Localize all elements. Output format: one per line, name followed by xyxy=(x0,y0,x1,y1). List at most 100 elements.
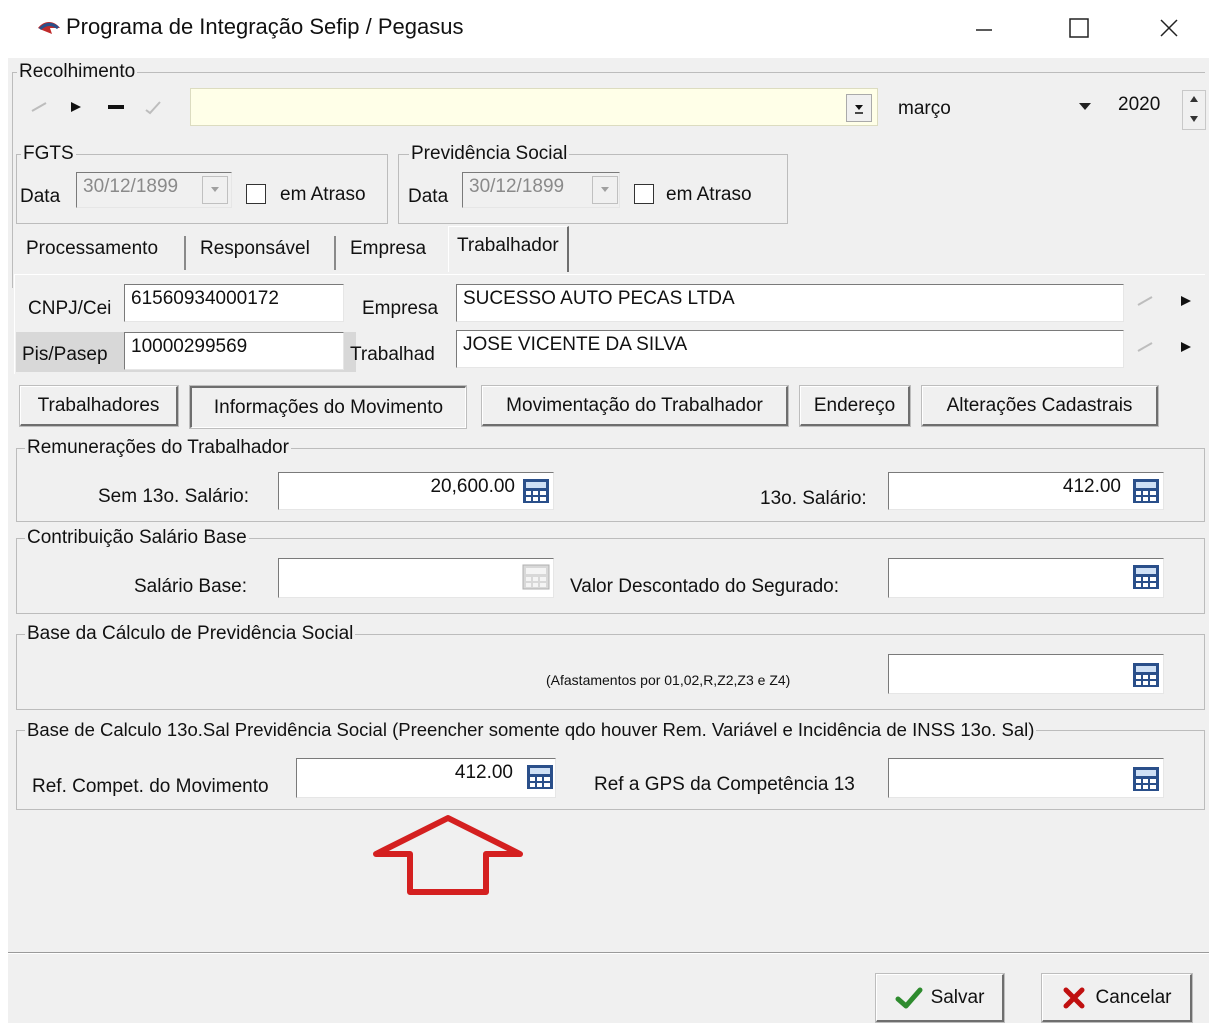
afastamentos-label: (Afastamentos por 01,02,R,Z2,Z3 e Z4) xyxy=(546,672,791,688)
subtab-movimentacao-trabalhador[interactable]: Movimentação do Trabalhador xyxy=(481,385,789,427)
valor-descontado-label: Valor Descontado do Segurado: xyxy=(570,576,839,597)
previdencia-late-checkbox[interactable] xyxy=(634,184,654,204)
ref-compet-label: Ref. Compet. do Movimento xyxy=(32,776,269,797)
empresa-first-icon[interactable] xyxy=(1134,290,1158,312)
empresa-next-icon[interactable] xyxy=(1174,290,1198,312)
year-input[interactable]: 2020 xyxy=(1112,88,1184,124)
s13-value: 412.00 xyxy=(1062,476,1121,497)
tab-trabalhador[interactable]: Trabalhador xyxy=(448,226,569,272)
calculator-icon[interactable] xyxy=(1132,564,1160,590)
calculator-icon xyxy=(522,564,550,590)
calculator-icon[interactable] xyxy=(526,764,554,790)
tab-responsavel[interactable]: Responsável xyxy=(192,230,318,272)
sem13-input[interactable]: 20,600.00 xyxy=(278,472,554,510)
previdencia-late-label: em Atraso xyxy=(666,184,752,205)
ref-gps-input[interactable] xyxy=(888,758,1164,798)
fgts-late-label: em Atraso xyxy=(280,184,366,205)
delete-record-icon[interactable] xyxy=(104,96,128,118)
calculator-icon[interactable] xyxy=(522,478,550,504)
calculator-icon[interactable] xyxy=(1132,662,1160,688)
previdencia-date-value: 30/12/1899 xyxy=(469,176,565,197)
first-record-icon[interactable] xyxy=(28,96,52,118)
cancel-x-icon xyxy=(1063,987,1085,1008)
remuneracoes-title: Remunerações do Trabalhador xyxy=(25,437,291,459)
subtab-informacoes-movimento[interactable]: Informações do Movimento xyxy=(189,385,467,429)
trabalhador-label: Trabalhad xyxy=(350,344,435,365)
calculator-icon[interactable] xyxy=(1132,766,1160,792)
afastamentos-input[interactable] xyxy=(888,654,1164,694)
minimize-icon xyxy=(976,29,992,31)
window-client: Recolhimento março 2020 FGTS Data 30/12/… xyxy=(8,58,1209,1023)
pis-label: Pis/Pasep xyxy=(22,344,108,365)
salvar-label: Salvar xyxy=(930,986,985,1008)
empresa-input[interactable]: SUCESSO AUTO PECAS LTDA xyxy=(456,284,1124,322)
close-button[interactable] xyxy=(1140,8,1198,48)
recolhimento-title: Recolhimento xyxy=(17,61,138,83)
salario-base-label: Salário Base: xyxy=(134,576,248,597)
footer-divider xyxy=(8,952,1209,954)
cancelar-button[interactable]: Cancelar xyxy=(1041,973,1193,1023)
tab-empresa[interactable]: Empresa xyxy=(342,230,434,272)
s13-input[interactable]: 412.00 xyxy=(888,472,1164,510)
month-chevron-down-icon[interactable] xyxy=(1078,102,1092,112)
subtab-endereco[interactable]: Endereço xyxy=(799,385,911,427)
empresa-value: SUCESSO AUTO PECAS LTDA xyxy=(463,288,735,309)
calculator-icon[interactable] xyxy=(1132,478,1160,504)
fgts-late-checkbox[interactable] xyxy=(246,184,266,204)
pis-value: 10000299569 xyxy=(131,336,248,357)
tab-processamento[interactable]: Processamento xyxy=(18,230,166,272)
year-value: 2020 xyxy=(1118,94,1161,115)
fgts-date-label: Data xyxy=(20,186,61,207)
contribuicao-title: Contribuição Salário Base xyxy=(25,527,249,549)
chevron-down-icon xyxy=(211,187,219,192)
empresa-label: Empresa xyxy=(362,298,439,319)
next-record-icon[interactable] xyxy=(64,96,88,118)
sem13-value: 20,600.00 xyxy=(430,476,515,497)
ref-gps-label: Ref a GPS da Competência 13 xyxy=(594,774,855,795)
subtab-trabalhadores[interactable]: Trabalhadores xyxy=(19,385,179,427)
recolhimento-combo[interactable] xyxy=(190,88,878,126)
salario-base-input[interactable] xyxy=(278,558,554,598)
salvar-button[interactable]: Salvar xyxy=(875,973,1005,1023)
fgts-date-value: 30/12/1899 xyxy=(83,176,179,197)
month-select-value: março xyxy=(898,98,951,119)
main-tabs: Processamento Responsável Empresa Trabal… xyxy=(12,226,1205,274)
spin-up-icon[interactable] xyxy=(1189,95,1199,103)
chevron-down-icon xyxy=(601,187,609,192)
previdencia-title: Previdência Social xyxy=(409,143,570,165)
maximize-button[interactable] xyxy=(1050,8,1108,48)
trabalhador-next-icon[interactable] xyxy=(1174,336,1198,358)
tab-separator xyxy=(184,236,186,270)
fgts-date-dropdown xyxy=(202,176,228,204)
cancelar-label: Cancelar xyxy=(1095,986,1172,1008)
annotation-arrow-icon xyxy=(373,815,523,895)
year-spinner[interactable] xyxy=(1182,90,1206,130)
check-icon xyxy=(895,987,923,1008)
maximize-icon xyxy=(1069,18,1089,38)
recolhimento-dropdown-button[interactable] xyxy=(846,94,872,122)
cnpj-value: 61560934000172 xyxy=(131,288,279,309)
trabalhador-value: JOSE VICENTE DA SILVA xyxy=(463,334,688,355)
trabalhador-input[interactable]: JOSE VICENTE DA SILVA xyxy=(456,330,1124,368)
base-calculo-title: Base da Cálculo de Previdência Social xyxy=(25,623,356,645)
tab-separator xyxy=(334,236,336,270)
valor-descontado-input[interactable] xyxy=(888,558,1164,598)
ref-compet-value: 412.00 xyxy=(454,762,513,783)
post-record-icon[interactable] xyxy=(142,96,166,118)
trabalhador-first-icon[interactable] xyxy=(1134,336,1158,358)
title-bar: Programa de Integração Sefip / Pegasus xyxy=(0,0,1209,58)
fgts-title: FGTS xyxy=(21,143,76,165)
pis-input[interactable]: 10000299569 xyxy=(124,332,344,370)
window-title: Programa de Integração Sefip / Pegasus xyxy=(66,14,464,39)
app-icon xyxy=(38,22,60,34)
chevron-down-icon xyxy=(855,105,863,114)
ref-compet-input[interactable]: 412.00 xyxy=(296,758,556,798)
base-13-title: Base de Calculo 13o.Sal Previdência Soci… xyxy=(25,719,1037,741)
close-icon xyxy=(1160,19,1178,37)
sem13-label: Sem 13o. Salário: xyxy=(98,486,250,507)
cnpj-input[interactable]: 61560934000172 xyxy=(124,284,344,322)
subtab-alteracoes-cadastrais[interactable]: Alterações Cadastrais xyxy=(921,385,1159,427)
minimize-button[interactable] xyxy=(955,8,1013,48)
s13-label: 13o. Salário: xyxy=(760,488,867,509)
spin-down-icon[interactable] xyxy=(1189,115,1199,123)
